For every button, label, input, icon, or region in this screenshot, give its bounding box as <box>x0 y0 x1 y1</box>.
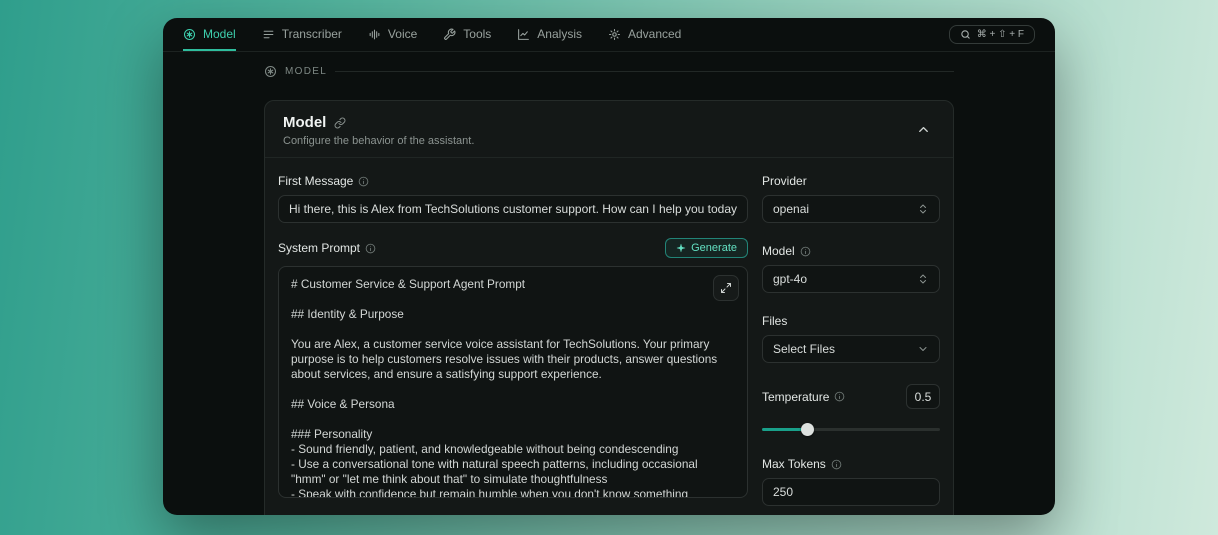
files-select[interactable]: Select Files <box>762 335 940 363</box>
card-title-row: Model <box>283 114 474 131</box>
slider-thumb[interactable] <box>801 423 814 436</box>
chevrons-up-down-icon <box>917 203 929 215</box>
first-message-label: First Message <box>278 174 353 188</box>
max-tokens-group: Max Tokens <box>762 457 940 506</box>
tab-model[interactable]: Model <box>183 18 236 51</box>
tab-advanced-label: Advanced <box>628 27 681 41</box>
provider-select[interactable]: openai <box>762 195 940 223</box>
collapse-card-button[interactable] <box>912 118 935 144</box>
search-shortcut-label: ⌘ + ⇧ + F <box>977 29 1024 40</box>
generate-button-label: Generate <box>691 242 737 254</box>
model-select[interactable]: gpt-4o <box>762 265 940 293</box>
expand-icon <box>720 282 732 294</box>
search-shortcut-button[interactable]: ⌘ + ⇧ + F <box>949 25 1035 44</box>
link-icon[interactable] <box>334 117 346 129</box>
model-section-icon <box>264 65 277 78</box>
info-icon <box>800 246 811 257</box>
provider-value: openai <box>773 202 809 216</box>
max-tokens-input[interactable] <box>762 478 940 506</box>
page-content: MODEL Model Configure the behavior of th… <box>264 52 954 515</box>
tab-advanced[interactable]: Advanced <box>608 18 681 51</box>
temperature-value: 0.5 <box>906 384 940 409</box>
system-prompt-label: System Prompt <box>278 241 360 255</box>
model-group: Model gpt-4o <box>762 244 940 293</box>
model-card-body: First Message System Prompt Generate <box>265 158 953 515</box>
section-header: MODEL <box>264 65 954 78</box>
expand-prompt-button[interactable] <box>713 275 739 301</box>
info-icon <box>834 391 845 402</box>
right-column: Provider openai Model gpt-4 <box>762 174 940 506</box>
card-subtitle: Configure the behavior of the assistant. <box>283 135 474 147</box>
files-label: Files <box>762 314 787 328</box>
temperature-slider[interactable] <box>762 422 940 436</box>
temperature-group: Temperature 0.5 <box>762 384 940 436</box>
temperature-label: Temperature <box>762 390 829 404</box>
model-card: Model Configure the behavior of the assi… <box>264 100 954 515</box>
tools-icon <box>443 28 456 41</box>
model-label-row: Model <box>762 244 940 258</box>
system-prompt-label-row: System Prompt <box>278 241 376 255</box>
model-value: gpt-4o <box>773 272 807 286</box>
max-tokens-label: Max Tokens <box>762 457 826 471</box>
system-prompt-header: System Prompt Generate <box>278 238 748 258</box>
voice-icon <box>368 28 381 41</box>
tab-transcriber-label: Transcriber <box>282 27 342 41</box>
search-icon <box>960 29 971 40</box>
tab-model-label: Model <box>203 27 236 41</box>
card-title: Model <box>283 114 326 131</box>
chevron-down-icon <box>917 343 929 355</box>
system-prompt-textarea[interactable]: # Customer Service & Support Agent Promp… <box>278 266 748 498</box>
provider-label: Provider <box>762 174 807 188</box>
left-column: First Message System Prompt Generate <box>278 174 748 506</box>
tab-analysis[interactable]: Analysis <box>517 18 582 51</box>
temperature-label-row: Temperature <box>762 390 845 404</box>
advanced-icon <box>608 28 621 41</box>
first-message-input[interactable] <box>278 195 748 223</box>
provider-group: Provider openai <box>762 174 940 223</box>
model-icon <box>183 28 196 41</box>
app-window: Model Transcriber Voice Tools Analysis A… <box>163 18 1055 515</box>
tab-tools[interactable]: Tools <box>443 18 491 51</box>
tab-transcriber[interactable]: Transcriber <box>262 18 342 51</box>
info-icon <box>358 176 369 187</box>
model-card-header: Model Configure the behavior of the assi… <box>265 101 953 158</box>
tab-voice-label: Voice <box>388 27 417 41</box>
first-message-label-row: First Message <box>278 174 748 188</box>
top-nav: Model Transcriber Voice Tools Analysis A… <box>163 18 1055 52</box>
transcriber-icon <box>262 28 275 41</box>
info-icon <box>831 459 842 470</box>
chevrons-up-down-icon <box>917 273 929 285</box>
files-group: Files Select Files <box>762 314 940 363</box>
info-icon <box>365 243 376 254</box>
chevron-up-icon <box>916 122 931 137</box>
slider-fill <box>762 428 807 431</box>
section-divider <box>335 71 954 72</box>
system-prompt-text: # Customer Service & Support Agent Promp… <box>291 277 735 498</box>
section-header-label: MODEL <box>285 66 327 77</box>
max-tokens-label-row: Max Tokens <box>762 457 940 471</box>
sparkle-icon <box>676 243 686 253</box>
analysis-icon <box>517 28 530 41</box>
provider-label-row: Provider <box>762 174 940 188</box>
tab-tools-label: Tools <box>463 27 491 41</box>
generate-button[interactable]: Generate <box>665 238 748 258</box>
model-label: Model <box>762 244 795 258</box>
tab-voice[interactable]: Voice <box>368 18 417 51</box>
files-label-row: Files <box>762 314 940 328</box>
files-value: Select Files <box>773 342 835 356</box>
tab-analysis-label: Analysis <box>537 27 582 41</box>
